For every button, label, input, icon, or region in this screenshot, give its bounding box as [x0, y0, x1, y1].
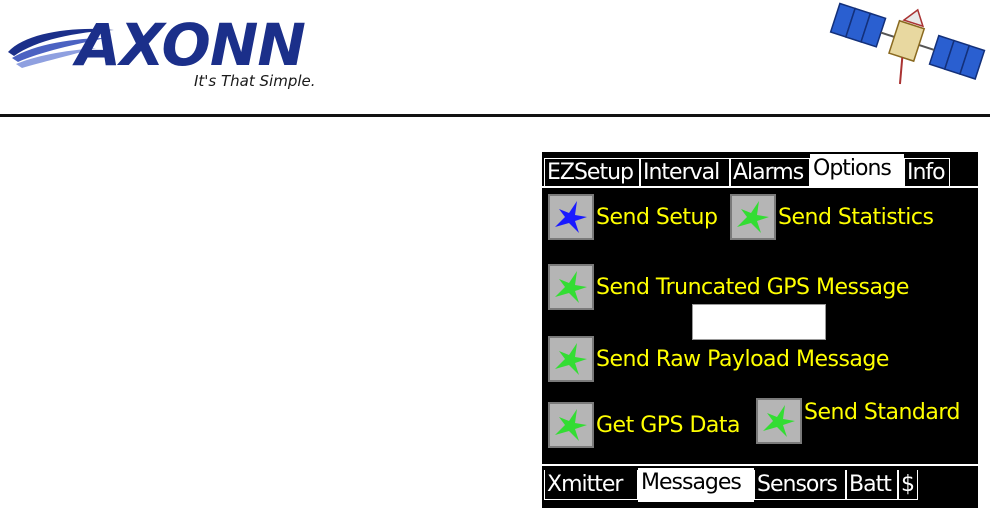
satellite-green-icon	[548, 336, 594, 382]
send-standard-label: Send Standard	[804, 400, 961, 425]
satellite-green-icon	[730, 194, 776, 240]
get-gps-data-button[interactable]: Get GPS Data	[548, 402, 741, 448]
send-statistics-label: Send Statistics	[778, 204, 934, 230]
tab-info[interactable]: Info	[904, 158, 950, 186]
payload-input[interactable]	[692, 304, 826, 340]
send-setup-label: Send Setup	[596, 204, 718, 230]
send-statistics-button[interactable]: Send Statistics	[730, 194, 934, 240]
get-gps-data-label: Get GPS Data	[596, 412, 741, 438]
send-setup-button[interactable]: Send Setup	[548, 194, 718, 240]
header-divider	[0, 114, 990, 117]
tab-alarms[interactable]: Alarms	[730, 158, 810, 186]
top-tab-bar: EZSetup Interval Alarms Options Info	[542, 154, 978, 188]
send-raw-payload-label: Send Raw Payload Message	[596, 346, 889, 372]
satellite-green-icon	[756, 398, 802, 444]
satellite-green-icon	[548, 402, 594, 448]
send-truncated-gps-label: Send Truncated GPS Message	[596, 274, 909, 300]
send-raw-payload-button[interactable]: Send Raw Payload Message	[548, 336, 889, 382]
tab-messages[interactable]: Messages	[638, 468, 754, 502]
tab-dollar[interactable]: $	[898, 470, 918, 500]
tab-interval[interactable]: Interval	[640, 158, 730, 186]
tab-batt[interactable]: Batt	[846, 470, 898, 500]
satellite-blue-icon	[548, 194, 594, 240]
device-screen: EZSetup Interval Alarms Options Info Sen…	[542, 152, 978, 508]
bottom-tab-bar: Xmitter Messages Sensors Batt $	[542, 464, 978, 508]
tab-options[interactable]: Options	[810, 154, 904, 187]
axonn-logo: AXONN It's That Simple.	[6, 12, 346, 92]
send-standard-button[interactable]: Send Standard	[756, 398, 961, 444]
brand-tagline: It's That Simple.	[194, 72, 316, 90]
tab-ezsetup[interactable]: EZSetup	[544, 158, 640, 186]
brand-name: AXONN	[76, 11, 306, 79]
tab-xmitter[interactable]: Xmitter	[544, 470, 638, 500]
tab-sensors[interactable]: Sensors	[754, 470, 846, 500]
satellite-icon	[829, 2, 986, 85]
satellite-green-icon	[548, 264, 594, 310]
